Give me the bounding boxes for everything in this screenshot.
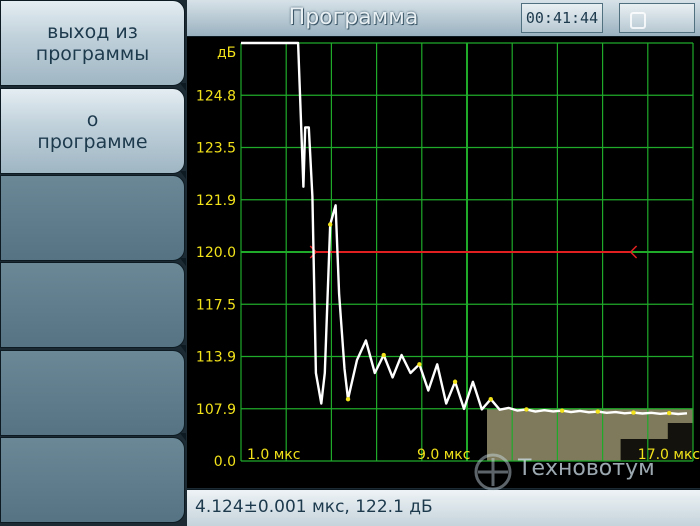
- clock: 00:41:44: [521, 3, 603, 33]
- battery-icon: [630, 12, 646, 29]
- threshold-line[interactable]: [309, 245, 638, 259]
- x-tick-label: 17.0 мкс: [638, 447, 700, 463]
- status-bar: 4.124±0.001 мкс, 122.1 дБ: [187, 489, 700, 526]
- y-tick-label: 0.0: [214, 454, 236, 470]
- softkey-panel: выход из программы о программе: [0, 0, 186, 525]
- signal-trace: [241, 41, 688, 416]
- peak-point: [452, 379, 458, 384]
- peak-point: [345, 396, 351, 402]
- softkey-4[interactable]: [0, 262, 186, 353]
- y-axis-unit: дБ: [217, 45, 236, 61]
- about-program-button[interactable]: о программе: [0, 88, 186, 179]
- y-tick-label: 124.8: [196, 88, 236, 104]
- softkey-3[interactable]: [0, 175, 186, 266]
- x-tick-label: 1.0 мкс: [247, 447, 300, 463]
- y-tick-label: 123.5: [196, 141, 236, 157]
- battery-indicator: [619, 3, 695, 33]
- about-program-label: о программе: [37, 109, 148, 153]
- exit-program-label: выход из программы: [35, 21, 150, 65]
- peak-point: [417, 362, 422, 367]
- y-tick-label: 113.9: [196, 350, 236, 366]
- softkey-5[interactable]: [0, 350, 186, 441]
- peak-point: [666, 410, 672, 416]
- y-tick-label: 107.9: [196, 402, 236, 418]
- signal-line: [241, 41, 688, 416]
- peak-point: [328, 222, 333, 227]
- softkey-6[interactable]: [0, 437, 185, 523]
- x-tick-label: 9.0 мкс: [417, 447, 470, 463]
- peak-point: [559, 408, 565, 413]
- peak-point: [595, 409, 600, 414]
- y-tick-label: 117.5: [196, 297, 236, 313]
- peak-point: [488, 396, 493, 402]
- y-tick-label: 121.9: [196, 193, 236, 209]
- page-title: Программа: [288, 5, 419, 30]
- a-scan-chart[interactable]: 124.8 123.5 121.9 120.0 117.5 113.9 107.9 0.0 1…: [187, 37, 700, 488]
- peak-point: [524, 407, 529, 412]
- y-axis-ticks: 124.8 123.5 121.9 120.0 117.5 113.9 107.9 0.0: [196, 88, 236, 470]
- cursor-readout: 4.124±0.001 мкс, 122.1 дБ: [195, 497, 433, 517]
- peak-point: [631, 410, 636, 415]
- chart-svg: 124.8 123.5 121.9 120.0 117.5 113.9 107.9 0.0 1…: [196, 41, 700, 470]
- softkey-notch: [180, 83, 186, 91]
- softkey-notch: [180, 345, 186, 353]
- exit-program-button[interactable]: выход из программы: [0, 0, 186, 91]
- header-bar: Программа 00:41:44: [187, 0, 700, 37]
- peak-point: [381, 352, 386, 358]
- y-tick-label: 120.0: [196, 245, 236, 261]
